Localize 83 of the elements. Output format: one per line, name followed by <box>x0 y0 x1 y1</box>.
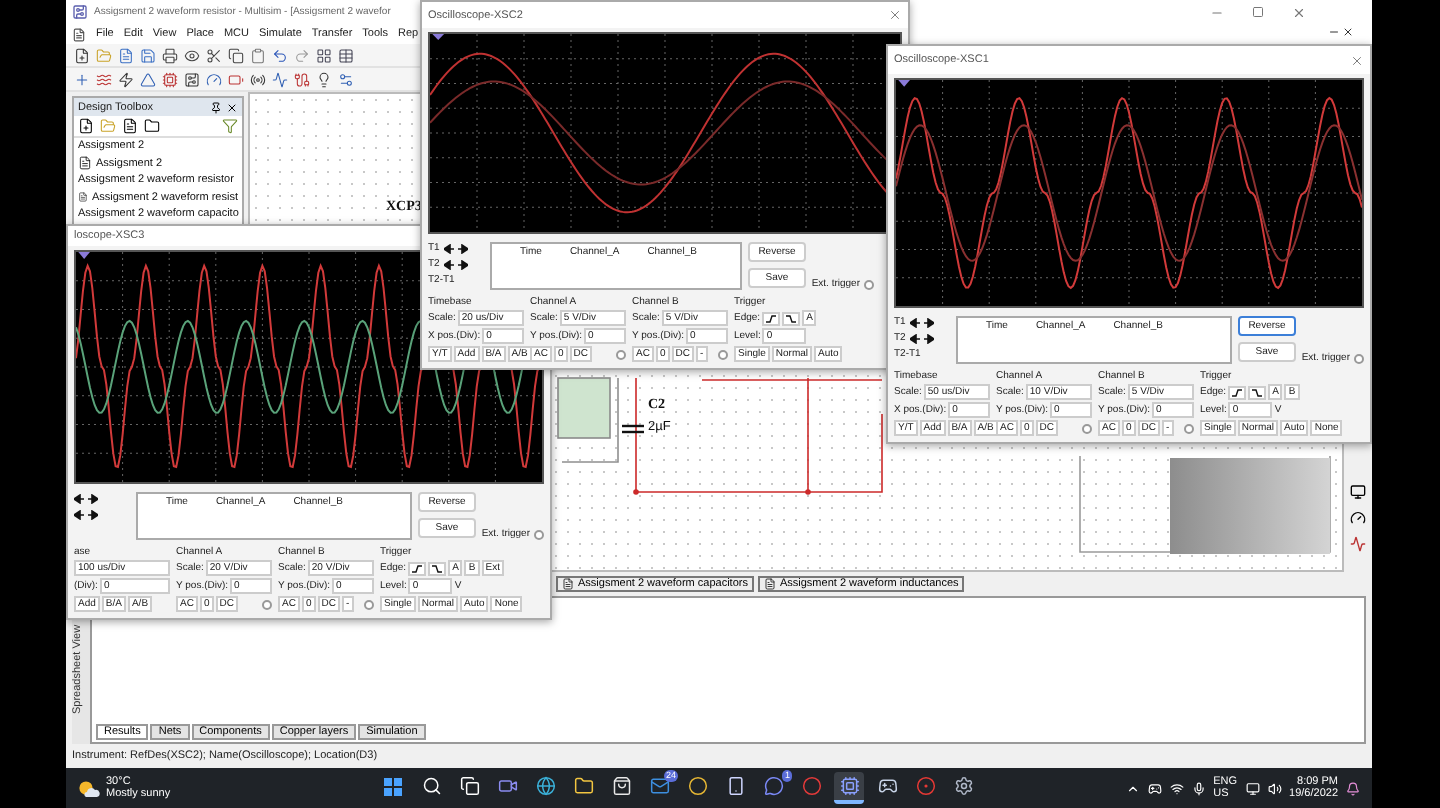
chip-icon[interactable] <box>162 71 178 87</box>
radio-button[interactable] <box>1354 353 1364 363</box>
microphone-icon[interactable] <box>1191 781 1206 795</box>
display-icon[interactable] <box>1245 781 1260 795</box>
cursor-arrows-icon[interactable] <box>74 493 98 503</box>
plus-icon[interactable] <box>74 71 90 87</box>
radio-button[interactable] <box>262 599 272 609</box>
radio-button[interactable] <box>1082 423 1092 433</box>
document-icon <box>78 190 88 204</box>
pin-icon[interactable] <box>210 101 222 113</box>
lightbulb-icon[interactable] <box>316 71 332 87</box>
rising-edge-icon[interactable] <box>762 311 781 325</box>
component-drawing <box>556 376 624 466</box>
capacitor-symbol <box>620 424 646 434</box>
folder-icon[interactable] <box>144 118 160 134</box>
lightning-icon[interactable] <box>118 71 134 87</box>
cursor-arrows-icon[interactable] <box>443 259 468 269</box>
battery-icon[interactable] <box>228 71 244 87</box>
radio-button[interactable] <box>864 279 874 289</box>
video-camera-icon[interactable] <box>497 776 517 796</box>
new-file-icon[interactable] <box>74 47 90 63</box>
ring-icon[interactable] <box>801 776 821 796</box>
settings-icon[interactable] <box>338 71 354 87</box>
cursor-arrows-icon[interactable] <box>443 243 468 253</box>
copy-icon[interactable] <box>228 47 244 63</box>
browser-icon[interactable] <box>535 776 555 796</box>
rising-edge-icon[interactable] <box>408 561 427 575</box>
circuit-board-icon[interactable] <box>184 71 200 87</box>
paste-icon[interactable] <box>250 47 266 63</box>
pulse-icon[interactable] <box>272 71 288 87</box>
document-icon <box>78 156 92 170</box>
wave-icon[interactable] <box>96 71 112 87</box>
cursor-arrows-icon[interactable] <box>909 333 934 343</box>
mail-icon[interactable] <box>649 776 669 796</box>
task-view-icon[interactable] <box>459 776 479 796</box>
document-icon <box>562 578 574 590</box>
rising-edge-icon[interactable] <box>1228 385 1247 399</box>
document-icon[interactable] <box>122 118 138 134</box>
probe-icon[interactable] <box>1350 536 1366 552</box>
circuit-app-icon[interactable] <box>839 776 859 796</box>
weather-icon <box>78 779 100 797</box>
cursor-arrows-icon[interactable] <box>74 509 98 519</box>
close-icon[interactable] <box>1342 26 1354 38</box>
close-icon[interactable] <box>226 101 238 113</box>
radio-button[interactable] <box>616 349 626 359</box>
settings-icon[interactable] <box>953 776 973 796</box>
search-icon[interactable] <box>421 776 441 796</box>
document-icon <box>72 27 86 41</box>
network-icon[interactable] <box>1169 781 1184 795</box>
undo-icon[interactable] <box>272 47 288 63</box>
radio-button[interactable] <box>534 529 544 539</box>
chevron-icon[interactable] <box>1125 781 1140 795</box>
app-icon <box>72 4 88 20</box>
printer-icon[interactable] <box>162 47 178 63</box>
save-icon[interactable] <box>140 47 156 63</box>
volume-icon[interactable] <box>1267 781 1282 795</box>
shopping-bag-icon[interactable] <box>611 776 631 796</box>
triangle-icon[interactable] <box>140 71 156 87</box>
start-grid-icon[interactable] <box>384 777 402 795</box>
radio-button[interactable] <box>1184 423 1194 433</box>
record-icon[interactable] <box>915 776 935 796</box>
smartphone-icon[interactable] <box>725 776 745 796</box>
falling-edge-icon[interactable] <box>428 561 447 575</box>
chat-bubble-icon[interactable] <box>763 776 783 796</box>
radio-icon[interactable] <box>250 71 266 87</box>
gauge-icon[interactable] <box>1350 510 1366 526</box>
falling-edge-icon[interactable] <box>1248 385 1267 399</box>
filter-icon[interactable] <box>222 118 238 134</box>
cable-icon[interactable] <box>294 71 310 87</box>
radio-button[interactable] <box>364 599 374 609</box>
falling-edge-icon[interactable] <box>782 311 801 325</box>
radio-button[interactable] <box>718 349 728 359</box>
preview-icon[interactable] <box>184 47 200 63</box>
monitor-icon[interactable] <box>1350 484 1366 500</box>
new-file-icon[interactable] <box>78 118 94 134</box>
grid-icon[interactable] <box>316 47 332 63</box>
table-icon[interactable] <box>338 47 354 63</box>
gamepad-icon[interactable] <box>877 776 897 796</box>
cursor-arrows-icon[interactable] <box>909 317 934 327</box>
notification-icon[interactable] <box>1346 781 1360 795</box>
cut-icon[interactable] <box>206 47 222 63</box>
document-icon <box>763 578 776 590</box>
maximize-icon[interactable] <box>1252 5 1264 17</box>
